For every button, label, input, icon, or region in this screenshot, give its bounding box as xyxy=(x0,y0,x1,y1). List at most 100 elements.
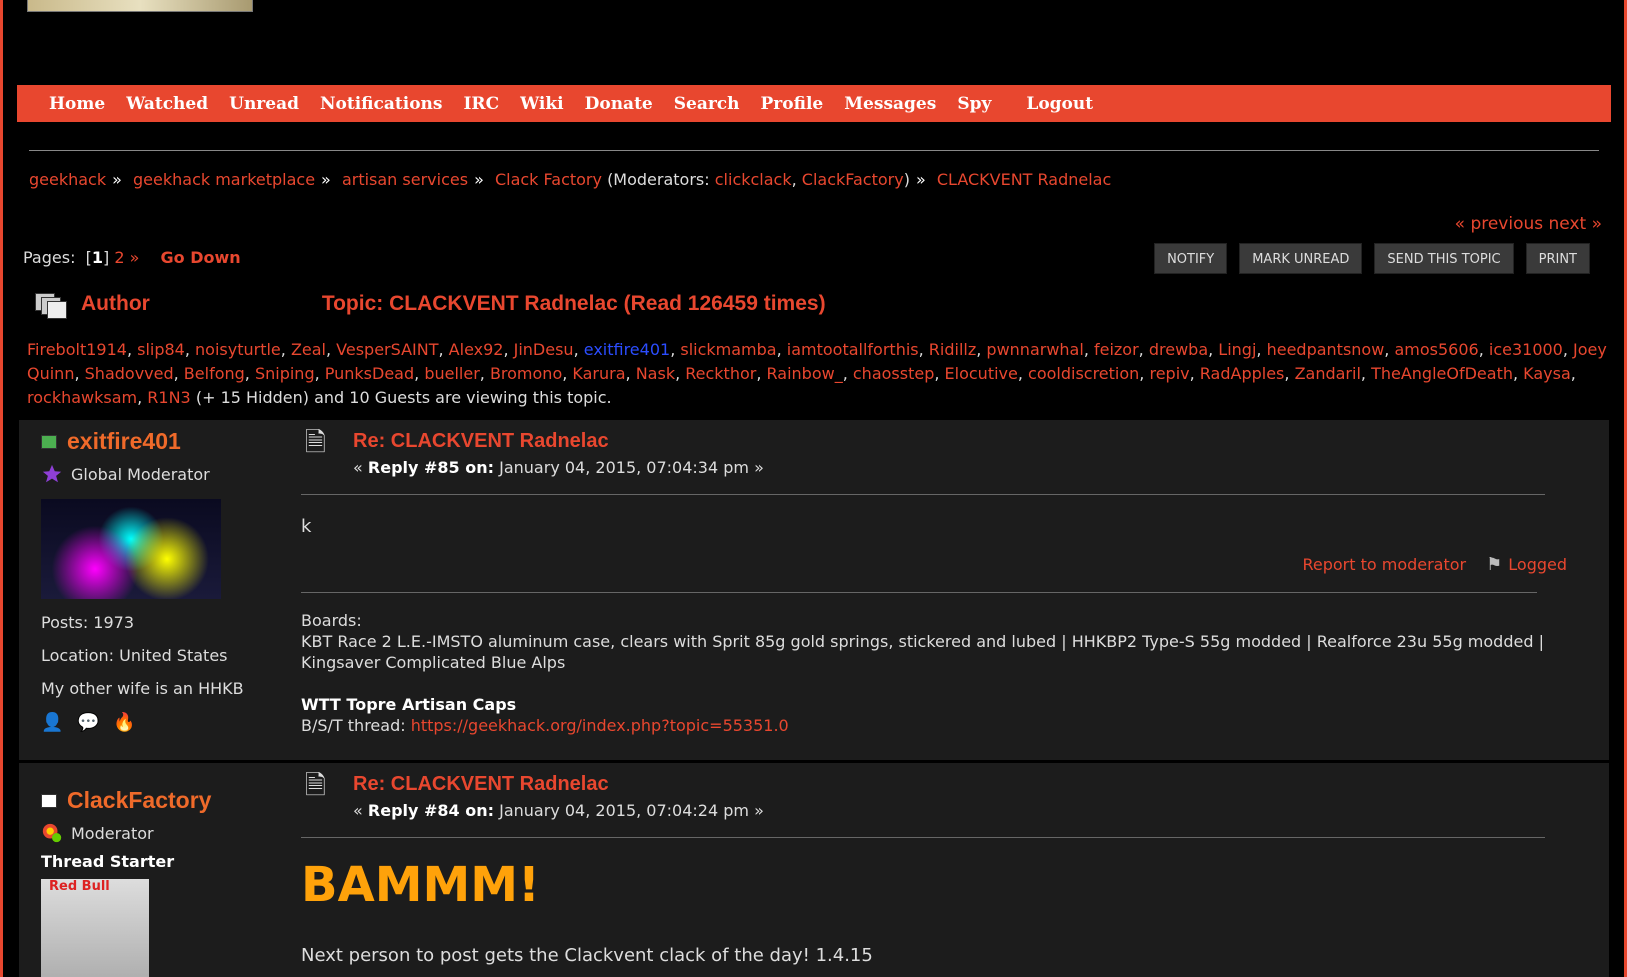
viewer-link[interactable]: rockhawksam xyxy=(27,388,137,407)
post-subject[interactable]: Re: CLACKVENT Radnelac xyxy=(353,430,609,453)
avatar-text: Red Bull xyxy=(49,879,110,894)
nav-search[interactable]: Search xyxy=(674,94,740,114)
viewer-link[interactable]: feizor xyxy=(1094,340,1139,359)
nav-watched[interactable]: Watched xyxy=(126,94,208,114)
post-icon: 🗎 xyxy=(305,771,326,801)
pages-label: Pages: xyxy=(23,248,76,267)
notify-button[interactable]: NOTIFY xyxy=(1154,243,1228,274)
viewer-link[interactable]: RadApples xyxy=(1200,364,1285,383)
divider xyxy=(301,837,1545,838)
page-link[interactable]: 2 xyxy=(114,248,124,267)
go-down-link[interactable]: Go Down xyxy=(161,248,241,267)
pm-icon[interactable]: 💬 xyxy=(77,712,99,734)
breadcrumb-clack-factory[interactable]: Clack Factory xyxy=(495,170,602,189)
nav-logout[interactable]: Logout xyxy=(1026,94,1093,114)
viewer-link[interactable]: Reckthor xyxy=(685,364,756,383)
post-icon: 🗎 xyxy=(305,428,326,458)
offline-status-icon xyxy=(41,793,57,808)
location: Location: United States xyxy=(41,646,228,665)
viewer-link[interactable]: slip84 xyxy=(137,340,185,359)
moderator-link[interactable]: ClackFactory xyxy=(802,170,904,189)
viewer-link[interactable]: noisyturtle xyxy=(195,340,281,359)
viewer-link[interactable]: Lingj xyxy=(1218,340,1256,359)
viewer-link[interactable]: chaosstep xyxy=(853,364,934,383)
profile-icon[interactable]: 👤 xyxy=(41,712,63,734)
star-icon xyxy=(42,464,62,483)
divider xyxy=(301,494,1545,495)
breadcrumb-geekhack[interactable]: geekhack xyxy=(29,170,106,189)
nav-spy[interactable]: Spy xyxy=(957,94,991,114)
viewer-link[interactable]: Elocutive xyxy=(945,364,1018,383)
viewer-link[interactable]: ice31000 xyxy=(1489,340,1563,359)
reply-meta: « Reply #84 on: January 04, 2015, 07:04:… xyxy=(353,801,764,820)
viewer-link[interactable]: Belfong xyxy=(184,364,245,383)
print-button[interactable]: PRINT xyxy=(1525,243,1590,274)
nav-donate[interactable]: Donate xyxy=(585,94,653,114)
viewer-link[interactable]: Karura xyxy=(572,364,625,383)
viewer-link[interactable]: Shadovved xyxy=(85,364,174,383)
member-group: Moderator xyxy=(71,823,154,843)
nav-notifications[interactable]: Notifications xyxy=(320,94,443,114)
breadcrumb-artisan-services[interactable]: artisan services xyxy=(342,170,468,189)
nav-irc[interactable]: IRC xyxy=(463,94,499,114)
moderator-badge-icon xyxy=(42,823,62,843)
viewer-link[interactable]: TheAngleOfDeath xyxy=(1371,364,1513,383)
nav-messages[interactable]: Messages xyxy=(844,94,936,114)
post-subject[interactable]: Re: CLACKVENT Radnelac xyxy=(353,773,609,796)
viewer-link[interactable]: cooldiscretion xyxy=(1028,364,1139,383)
viewer-link[interactable]: Nask xyxy=(636,364,675,383)
mark-unread-button[interactable]: MARK UNREAD xyxy=(1239,243,1363,274)
viewer-link[interactable]: Zeal xyxy=(291,340,326,359)
prev-next-links[interactable]: « previous next » xyxy=(1455,214,1602,234)
thread-starter-label: Thread Starter xyxy=(41,852,175,871)
viewer-link[interactable]: R1N3 xyxy=(147,388,190,407)
viewer-link[interactable]: VesperSAINT xyxy=(336,340,438,359)
viewer-link[interactable]: Kaysa xyxy=(1523,364,1571,383)
site-logo[interactable] xyxy=(27,0,253,12)
viewer-link[interactable]: Sniping xyxy=(255,364,315,383)
viewer-link[interactable]: slickmamba xyxy=(680,340,776,359)
viewer-link[interactable]: exitfire401 xyxy=(584,340,670,359)
post-date: January 04, 2015, 07:04:24 pm » xyxy=(499,801,764,820)
breadcrumb-marketplace[interactable]: geekhack marketplace xyxy=(133,170,315,189)
viewer-link[interactable]: bueller xyxy=(424,364,479,383)
nav-wiki[interactable]: Wiki xyxy=(520,94,564,114)
viewer-link[interactable]: Bromono xyxy=(490,364,562,383)
viewer-link[interactable]: heedpantsnow xyxy=(1267,340,1385,359)
post: exitfire401 Global Moderator Posts: 1973… xyxy=(19,420,1609,760)
sig-bst-link[interactable]: https://geekhack.org/index.php?topic=553… xyxy=(411,716,789,735)
moderator-link[interactable]: clickclack xyxy=(715,170,792,189)
viewer-link[interactable]: JinDesu xyxy=(514,340,574,359)
viewer-link[interactable]: Firebolt1914 xyxy=(27,340,127,359)
viewer-link[interactable]: PunksDead xyxy=(325,364,414,383)
moderators-prefix: (Moderators: xyxy=(607,170,710,189)
report-to-moderator-link[interactable]: Report to moderator xyxy=(1302,555,1466,574)
nav-profile[interactable]: Profile xyxy=(761,94,824,114)
viewing-users: Firebolt1914, slip84, noisyturtle, Zeal,… xyxy=(27,340,1607,407)
username-link[interactable]: exitfire401 xyxy=(67,428,181,455)
viewer-link[interactable]: amos5606 xyxy=(1394,340,1478,359)
viewer-link[interactable]: repiv xyxy=(1149,364,1189,383)
topic-header: Author Topic: CLACKVENT Radnelac (Read 1… xyxy=(31,288,826,320)
viewer-link[interactable]: drewba xyxy=(1149,340,1208,359)
pagination: Pages: [1] 2 » Go Down xyxy=(23,248,241,267)
signature: Boards: KBT Race 2 L.E.-IMSTO aluminum c… xyxy=(301,610,1551,736)
flame-icon[interactable]: 🔥 xyxy=(113,712,135,734)
sig-wtt: WTT Topre Artisan Caps xyxy=(301,695,517,714)
username-link[interactable]: ClackFactory xyxy=(67,787,211,814)
viewer-link[interactable]: pwnnarwhal xyxy=(986,340,1083,359)
breadcrumb-current-topic[interactable]: CLACKVENT Radnelac xyxy=(937,170,1111,189)
topic-title: Topic: CLACKVENT Radnelac (Read 126459 t… xyxy=(321,292,826,315)
topic-icon xyxy=(31,291,67,319)
next-page-arrow[interactable]: » xyxy=(130,248,140,267)
viewer-link[interactable]: iamtootallforthis xyxy=(787,340,919,359)
nav-unread[interactable]: Unread xyxy=(229,94,299,114)
viewer-link[interactable]: Alex92 xyxy=(449,340,504,359)
sig-boards: KBT Race 2 L.E.-IMSTO aluminum case, cle… xyxy=(301,632,1544,672)
nav-home[interactable]: Home xyxy=(49,94,105,114)
viewer-link[interactable]: Rainbow_ xyxy=(767,364,843,383)
viewer-link[interactable]: Zandaril xyxy=(1295,364,1361,383)
viewer-link[interactable]: Ridillz xyxy=(929,340,976,359)
topic-buttons: NOTIFY MARK UNREAD SEND THIS TOPIC PRINT xyxy=(1154,243,1590,274)
send-topic-button[interactable]: SEND THIS TOPIC xyxy=(1374,243,1514,274)
